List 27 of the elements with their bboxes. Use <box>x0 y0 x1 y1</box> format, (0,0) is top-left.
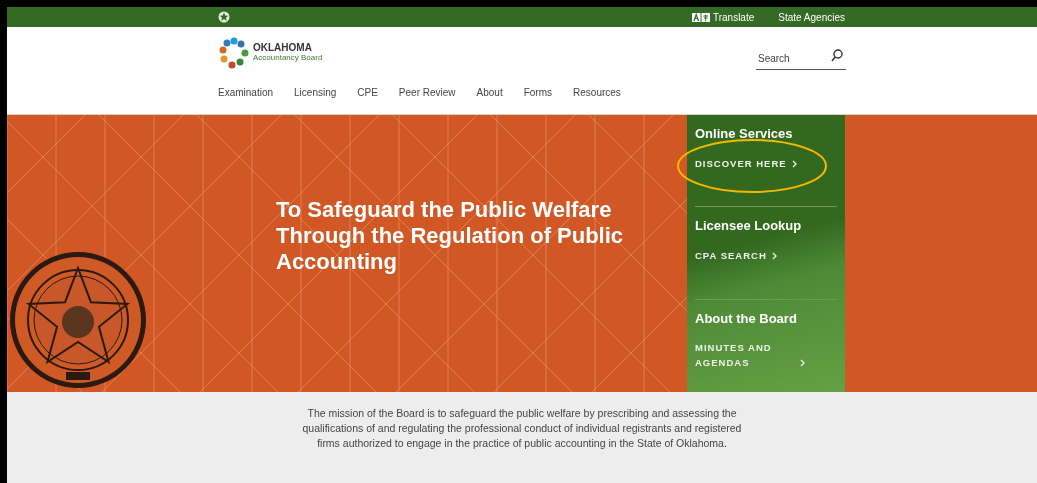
service-link[interactable]: DISCOVER HERE <box>695 155 787 171</box>
logo-subtitle: Accountancy Board <box>253 53 323 63</box>
nav-link[interactable]: Peer Review <box>398 85 456 100</box>
site-logo[interactable]: OKLAHOMA Accountancy Board <box>218 37 323 69</box>
chevron-right-icon <box>800 359 805 368</box>
logo-title: OKLAHOMA <box>253 43 313 53</box>
chevron-right-icon <box>791 159 797 168</box>
search-field[interactable]: Search <box>756 48 846 70</box>
service-title: About the Board <box>695 309 798 328</box>
nav-link[interactable]: Licensing <box>294 85 337 100</box>
service-title: Online Services <box>695 125 794 143</box>
hero-headline: To Safeguard the Public Welfare Through the Regulation of Public Accounting <box>276 197 625 275</box>
service-link[interactable]: CPA SEARCH <box>695 247 767 263</box>
state-agencies-link[interactable]: State Agencies <box>778 9 845 25</box>
translate-icon <box>691 12 710 22</box>
star-icon <box>218 11 230 23</box>
search-icon[interactable] <box>831 49 843 62</box>
nav-link[interactable]: About <box>476 85 503 100</box>
nav-link[interactable]: Resources <box>573 85 621 100</box>
nav-link[interactable]: CPE <box>357 85 378 100</box>
star-logo-icon <box>218 37 250 69</box>
chevron-right-icon <box>771 251 777 260</box>
mission-statement: The mission of the Board is to safeguard the public welfare by prescribing and assessing the qualifications of and regulating the professional conduct of individual registrants and registered firms authorized to engage in the practice of public accounting in the State of Oklahoma. <box>301 406 743 451</box>
service-title: Licensee Lookup <box>695 217 803 236</box>
nav-link[interactable]: Forms <box>523 85 553 100</box>
translate-link[interactable]: Translate <box>691 9 755 25</box>
nav-link[interactable]: Examination <box>218 85 274 100</box>
